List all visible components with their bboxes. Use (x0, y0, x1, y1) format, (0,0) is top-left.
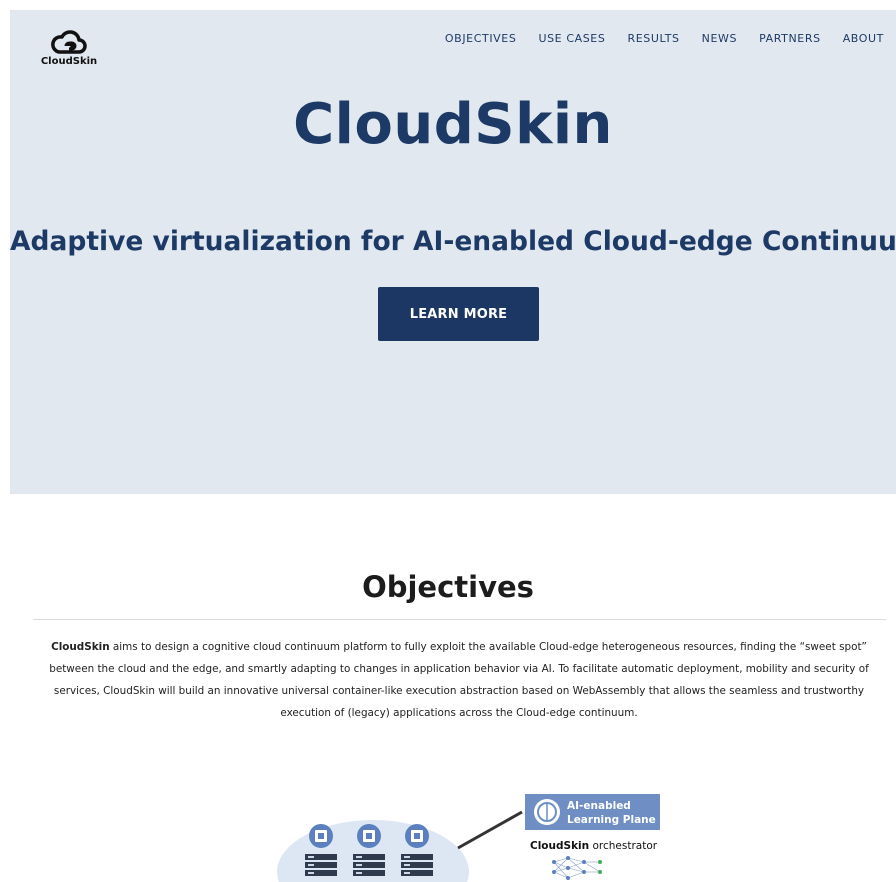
server-rack-icon (305, 854, 337, 876)
section-divider (33, 619, 886, 620)
nav-about[interactable]: ABOUT (843, 32, 884, 45)
objectives-lead: CloudSkin (51, 641, 110, 653)
learn-more-button[interactable]: LEARN MORE (378, 287, 539, 341)
brain-icon (534, 799, 560, 825)
connector-line (457, 810, 523, 850)
hero-title: CloudSkin (293, 92, 613, 157)
nav-news[interactable]: NEWS (702, 32, 737, 45)
objectives-paragraph: CloudSkin aims to design a cognitive clo… (36, 636, 882, 724)
objectives-heading: Objectives (362, 570, 534, 604)
server-rack-icon (353, 854, 385, 876)
cpu-chip-icon (309, 824, 333, 848)
nav-partners[interactable]: PARTNERS (759, 32, 821, 45)
plane-label-1: AI-enabled (567, 800, 631, 812)
logo-text: CloudSkin (40, 56, 98, 67)
nav-use-cases[interactable]: USE CASES (538, 32, 605, 45)
hero-subtitle: Adaptive virtualization for AI-enabled C… (10, 226, 896, 257)
cloud-logo-icon (51, 30, 87, 54)
site-logo[interactable]: CloudSkin (36, 26, 102, 70)
cpu-chip-icon (405, 824, 429, 848)
neural-network-icon (552, 856, 602, 880)
main-nav: OBJECTIVES USE CASES RESULTS NEWS PARTNE… (445, 32, 884, 45)
hero-section: CloudSkin OBJECTIVES USE CASES RESULTS N… (10, 10, 896, 494)
cpu-chip-icon (357, 824, 381, 848)
server-rack-icon (401, 854, 433, 876)
orchestrator-word: orchestrator (589, 840, 658, 852)
architecture-diagram: AI-enabled Learning Plane CloudSkin orch… (277, 794, 660, 882)
objectives-body: aims to design a cognitive cloud continu… (49, 641, 869, 719)
nav-objectives[interactable]: OBJECTIVES (445, 32, 517, 45)
nav-results[interactable]: RESULTS (627, 32, 679, 45)
orchestrator-brand: CloudSkin (530, 840, 589, 852)
plane-label-2: Learning Plane (567, 814, 656, 826)
orchestrator-label: CloudSkin orchestrator (530, 840, 658, 852)
